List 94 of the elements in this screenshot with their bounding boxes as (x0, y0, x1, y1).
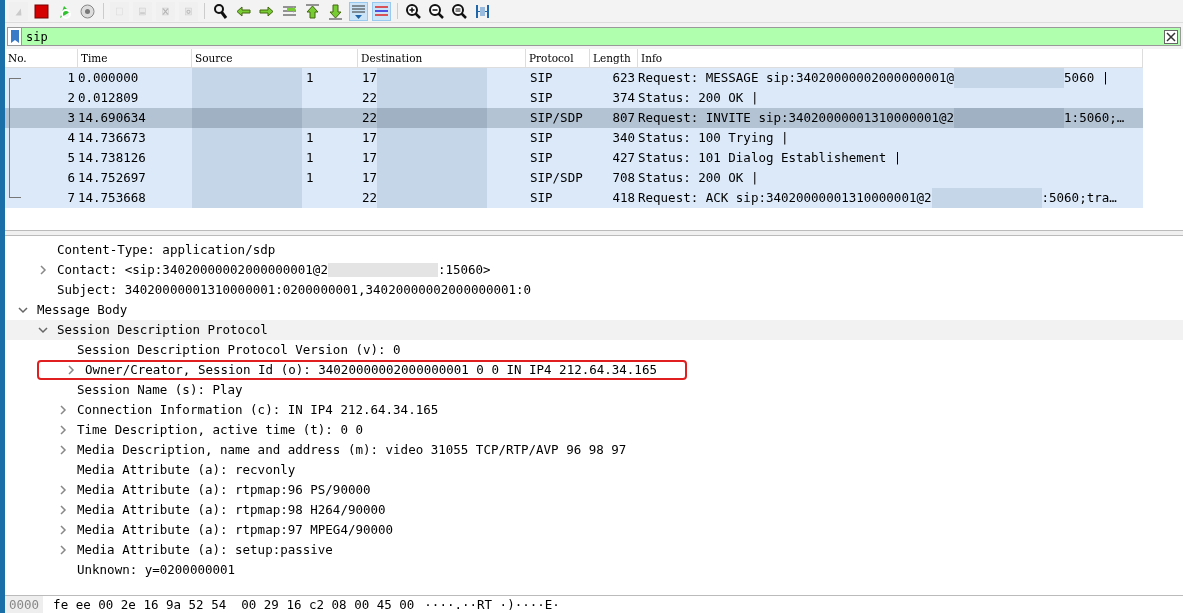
zoom-reset-icon[interactable] (450, 1, 469, 21)
tree-item-text: Session Name (s): Play (77, 381, 243, 399)
table-cell-text: 5060 | (1064, 69, 1110, 87)
down-arrow-icon[interactable] (326, 1, 345, 21)
table-cell: SIP (526, 148, 590, 168)
chevron-right-icon[interactable] (57, 444, 69, 456)
table-cell: SIP/SDP (526, 168, 590, 188)
table-cell-text: 1 (66, 69, 76, 87)
table-cell-text: 6 (66, 169, 76, 187)
up-arrow-icon[interactable] (303, 1, 322, 21)
chevron-right-icon[interactable] (57, 484, 69, 496)
tree-item-text: Media Attribute (a): recvonly (77, 461, 296, 479)
chevron-down-icon[interactable] (17, 304, 29, 316)
table-cell: SIP (526, 188, 590, 208)
table-cell-text: 17 (361, 149, 378, 167)
table-cell-text: Status: 200 OK | (638, 169, 759, 187)
table-cell: SIP (526, 128, 590, 148)
table-cell: 623 (590, 68, 638, 88)
table-cell-text: 1:5060;… (1064, 109, 1125, 127)
table-cell: 374 (590, 88, 638, 108)
zoom-in-icon[interactable] (404, 1, 423, 21)
stop-icon[interactable] (32, 1, 51, 21)
table-cell-text: Status: 200 OK | (638, 89, 759, 107)
chevron-right-icon[interactable] (57, 544, 69, 556)
table-cell-text: Request: ACK sip:34020000001310000001@2 (638, 189, 932, 207)
tree-item-text: Time Description, active time (t): 0 0 (77, 421, 363, 439)
tree-item-text: Connection Information (c): IN IP4 212.64.34.165 (77, 401, 439, 419)
clear-icon[interactable] (1164, 29, 1178, 44)
table-cell-text: 17 (361, 129, 378, 147)
table-cell-text: 1 (305, 149, 314, 167)
table-cell: 0.012809 (78, 88, 192, 108)
table-cell: 427 (590, 148, 638, 168)
table-cell-text: 2 (66, 89, 76, 107)
chevron-right-icon[interactable] (57, 404, 69, 416)
chevron-right-icon[interactable] (57, 524, 69, 536)
table-cell: 14.738126 (78, 148, 192, 168)
table-cell-text: 1 (305, 69, 314, 87)
table-cell-text: Status: 101 Dialog Establishement | (638, 149, 902, 167)
chevron-down-icon[interactable] (37, 324, 49, 336)
tree-item-text: Media Attribute (a): rtpmap:97 MPEG4/90000 (77, 521, 394, 539)
colored-lines-icon[interactable] (372, 1, 391, 21)
chevron-right-icon[interactable] (57, 504, 69, 516)
table-cell: 0.000000 (78, 68, 192, 88)
chevron-right-icon[interactable] (37, 264, 49, 276)
table-cell: 340 (590, 128, 638, 148)
table-cell-text: Status: 100 Trying | (638, 129, 789, 147)
hex-ascii: ····.··RT ·)····E· (424, 596, 560, 613)
zoom-out-icon[interactable] (427, 1, 446, 21)
tree-item-text: Owner/Creator, Session Id (o): 34020000002000000001 0 0 IN IP4 212.64.34.165 (85, 361, 657, 379)
tree-item-text: Content-Type: application/sdp (57, 241, 276, 259)
search-icon[interactable] (211, 1, 230, 21)
table-cell-text: 22 (361, 189, 378, 207)
table-cell: 14.752697 (78, 168, 192, 188)
tree-item-text: :15060> (437, 261, 491, 279)
hex-bytes: fe ee 00 2e 16 9a 52 54 00 29 16 c2 08 00 45 00 (53, 596, 415, 613)
table-cell-text: Request: MESSAGE sip:34020000002000000001@ (638, 69, 955, 87)
tree-item-text: Session Description Protocol (57, 321, 268, 339)
table-cell-text: 4 (66, 129, 76, 147)
table-cell-text: 17 (361, 69, 378, 87)
table-cell-text: 1 (305, 129, 314, 147)
hex-offset: 0000 (5, 596, 44, 613)
tree-item-text: Media Description, name and address (m): video 31055 TCP/RTP/AVP 96 98 97 (77, 441, 627, 459)
table-cell-text: 17 (361, 169, 378, 187)
tree-item-text: Unknown: y=0200000001 (77, 561, 236, 579)
tree-item-text: Media Attribute (a): setup:passive (77, 541, 333, 559)
tree-item-text: Contact: <sip:34020000002000000001@2 (57, 261, 328, 279)
table-cell-text: 22 (361, 89, 378, 107)
tree-item-text: Subject: 34020000001310000001:0200000001,34020000002000000001:0 (57, 281, 532, 299)
tree-item-text: Session Description Protocol Version (v): 0 (77, 341, 401, 359)
tree-item-text: Media Attribute (a): rtpmap:98 H264/90000 (77, 501, 386, 519)
table-cell-text: 22 (361, 109, 378, 127)
table-cell: SIP (526, 88, 590, 108)
table-cell-text: 3 (66, 109, 76, 127)
table-cell-text: Request: INVITE sip:34020000001310000001@2 (638, 109, 955, 127)
table-cell: SIP/SDP (526, 108, 590, 128)
table-cell: 418 (590, 188, 638, 208)
display-filter-field[interactable]: sip (21, 27, 1181, 46)
table-cell-text: :5060;tra… (1041, 189, 1117, 207)
table-cell-text: 1 (305, 169, 314, 187)
table-cell: 14.753668 (78, 188, 192, 208)
tree-item-text: Media Attribute (a): rtpmap:96 PS/90000 (77, 481, 371, 499)
settings-icon[interactable] (78, 1, 97, 21)
table-cell: 14.690634 (78, 108, 192, 128)
scroll-down-icon[interactable] (349, 1, 368, 21)
tree-item-text: Message Body (37, 301, 128, 319)
chevron-right-icon[interactable] (57, 424, 69, 436)
bookmark-icon[interactable] (10, 30, 19, 43)
table-cell: 14.736673 (78, 128, 192, 148)
table-cell: 708 (590, 168, 638, 188)
table-cell-text: 7 (66, 189, 76, 207)
table-cell: 807 (590, 108, 638, 128)
table-cell-text: 5 (66, 149, 76, 167)
chevron-right-icon[interactable] (65, 364, 77, 376)
table-cell: SIP (526, 68, 590, 88)
